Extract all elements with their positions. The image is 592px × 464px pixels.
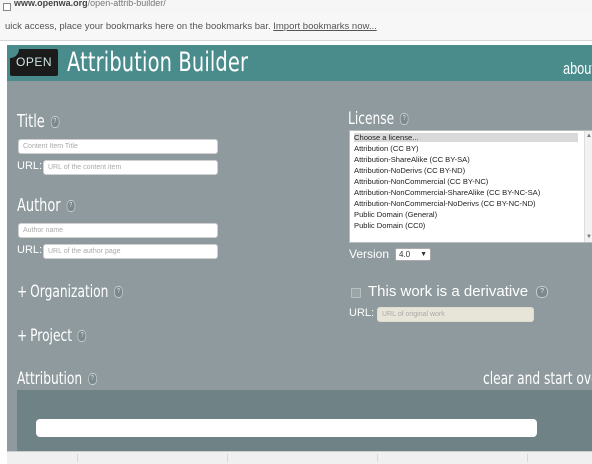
help-icon[interactable]: ?: [50, 116, 60, 128]
plus-icon: +: [17, 282, 28, 302]
help-icon[interactable]: ?: [399, 113, 409, 125]
import-bookmarks-link[interactable]: Import bookmarks now...: [273, 21, 376, 32]
author-input[interactable]: Author name: [18, 223, 218, 238]
license-option[interactable]: Attribution-NonCommercial-NoDerivs (CC B…: [354, 199, 536, 208]
license-option[interactable]: Attribution-NonCommercial (CC BY-NC): [354, 177, 488, 186]
license-heading: License?: [348, 109, 409, 129]
title-url-input[interactable]: URL of the content item: [43, 160, 218, 175]
help-icon[interactable]: ?: [66, 200, 76, 212]
title-input[interactable]: Content Item Title: [18, 139, 218, 154]
site-header: OPEN Attribution Builder about: [7, 45, 592, 81]
url-text: www.openwa.org/open-attrib-builder/: [14, 0, 166, 8]
browser-url-bar[interactable]: www.openwa.org/open-attrib-builder/: [0, 0, 592, 13]
help-icon[interactable]: ?: [77, 330, 87, 342]
derivative-url-label: URL:: [349, 307, 375, 319]
logo-text: OPEN: [16, 55, 53, 69]
version-label: Version: [349, 247, 390, 261]
derivative-checkbox[interactable]: [351, 288, 361, 298]
chevron-down-icon: ▼: [420, 251, 427, 258]
panel-footer: [7, 451, 592, 464]
license-option[interactable]: Public Domain (General): [354, 210, 437, 219]
bookmarks-bar: uick access, place your bookmarks here o…: [0, 13, 592, 41]
clear-start-over-link[interactable]: clear and start over: [483, 369, 592, 389]
license-option[interactable]: Attribution-NoDerivs (CC BY-ND): [354, 166, 465, 175]
license-listbox[interactable]: Choose a license... Attribution (CC BY) …: [349, 130, 592, 243]
license-option[interactable]: Public Domain (CC0): [354, 221, 425, 230]
license-option[interactable]: Attribution (CC BY): [354, 144, 419, 153]
about-link[interactable]: about: [563, 59, 592, 79]
license-option[interactable]: Attribution-ShareAlike (CC BY-SA): [354, 155, 470, 164]
license-option[interactable]: Choose a license...: [354, 133, 578, 142]
bookmarks-message: uick access, place your bookmarks here o…: [5, 21, 377, 32]
app-title: Attribution Builder: [67, 47, 249, 78]
page-icon: [3, 3, 11, 11]
license-scrollbar[interactable]: ▲ ▼: [584, 131, 592, 242]
author-url-label: URL:: [17, 244, 43, 256]
attribution-heading: Attribution?: [17, 369, 97, 389]
title-heading: Title?: [17, 111, 60, 132]
help-icon[interactable]: ?: [114, 286, 123, 298]
organization-toggle[interactable]: + Organization?: [17, 282, 123, 302]
license-option[interactable]: Attribution-NonCommercial-ShareAlike (CC…: [354, 188, 540, 197]
scroll-down-icon[interactable]: ▼: [586, 234, 592, 240]
title-url-label: URL:: [17, 160, 43, 172]
open-logo[interactable]: OPEN: [10, 49, 58, 76]
derivative-url-input[interactable]: URL of original work: [377, 307, 534, 322]
attribution-output[interactable]: [36, 419, 537, 437]
help-icon[interactable]: ?: [536, 286, 549, 299]
help-icon[interactable]: ?: [87, 373, 97, 385]
project-toggle[interactable]: + Project?: [17, 326, 87, 346]
author-url-input[interactable]: URL of the author page: [43, 244, 218, 259]
author-heading: Author?: [17, 195, 76, 216]
version-select[interactable]: 4.0 ▼: [395, 248, 431, 261]
plus-icon: +: [17, 326, 28, 346]
scroll-up-icon[interactable]: ▲: [586, 133, 592, 139]
derivative-label: This work is a derivative?: [368, 283, 549, 300]
